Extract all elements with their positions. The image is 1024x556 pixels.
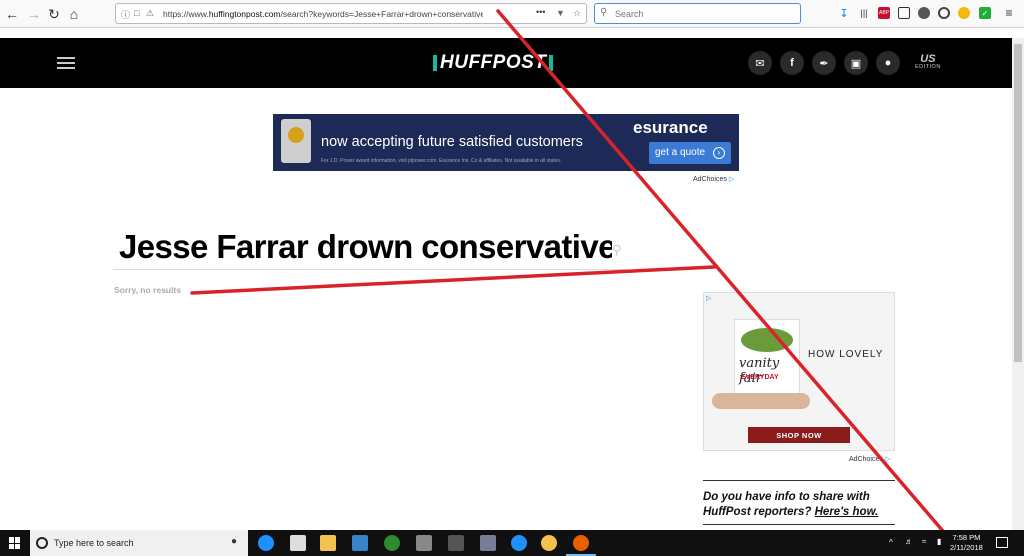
snapchat-icon[interactable]: ● (876, 51, 900, 75)
hand-image (712, 393, 810, 409)
library-icon[interactable]: ||| (858, 7, 870, 19)
chevron-up-icon[interactable]: ^ (889, 538, 893, 547)
tip-box: Do you have info to share with HuffPost … (703, 490, 895, 520)
adchoices-label: AdChoices (849, 455, 883, 463)
privacy-icon[interactable] (918, 7, 930, 19)
hamburger-menu-icon[interactable] (57, 57, 75, 69)
url-text[interactable]: https://www.huffingtonpost.com/search?ke… (163, 9, 483, 19)
magazine-image: vanity fair EVERYDAY (734, 319, 800, 403)
page-scrollbar[interactable] (1012, 38, 1024, 530)
search-query-input[interactable]: Jesse Farrar drown conservative (119, 228, 612, 266)
back-icon[interactable]: ← (2, 4, 22, 24)
vanity-fair-ad[interactable]: ▷ vanity fair EVERYDAY HOW LOVELY SHOP N… (703, 292, 895, 451)
edge-icon[interactable] (258, 535, 274, 551)
ad-headline: now accepting future satisfied customers (321, 134, 583, 150)
page-actions-button[interactable]: ••• (536, 7, 545, 17)
logo-text: HUFFPOST (440, 52, 547, 73)
url-path: /search?keywords=Jesse+Farrar+drown+cons… (280, 9, 484, 19)
no-results-message: Sorry, no results (114, 285, 181, 295)
url-domain: huffingtonpost.com (208, 9, 281, 19)
annotation-underline-line (190, 265, 716, 295)
magazine-title: vanity fair (739, 356, 780, 386)
start-button[interactable] (0, 530, 30, 556)
windows-taskbar: Type here to search ● ^ ♬ ≈ ▮ 7:58 PM 2/… (0, 530, 1024, 556)
reload-icon[interactable]: ↻ (44, 4, 64, 24)
taskbar-search-input[interactable]: Type here to search ● (30, 530, 248, 556)
clock[interactable]: 7:58 PM 2/11/2018 (950, 533, 983, 553)
wifi-icon[interactable]: ≈ (922, 537, 926, 546)
app-icon[interactable] (416, 535, 432, 551)
search-underline (113, 269, 627, 270)
browser-search-input[interactable]: ⚲ Search (594, 3, 801, 24)
esurance-ad-banner[interactable]: now accepting future satisfied customers… (273, 114, 739, 171)
divider (703, 524, 895, 525)
edition-selector[interactable]: US EDITION (915, 54, 941, 71)
firefox-icon[interactable] (573, 535, 589, 551)
block-icon[interactable] (938, 7, 950, 19)
ad-tagline: HOW LOVELY (808, 349, 884, 360)
search-placeholder: Search (615, 9, 644, 19)
site-header: HUFFPOST ✉ f ✒ ▣ ● US EDITION (0, 38, 1012, 88)
menu-icon[interactable]: ≡ (1003, 6, 1015, 20)
clock-date: 2/11/2018 (950, 543, 983, 552)
bookmark-star-icon[interactable]: ☆ (573, 8, 581, 19)
clock-time: 7:58 PM (952, 533, 981, 542)
facebook-icon[interactable]: f (780, 51, 804, 75)
heres-how-link[interactable]: Here's how. (815, 506, 879, 518)
adchoices-link[interactable]: AdChoices ▷ (693, 175, 735, 184)
award-badge-icon (281, 119, 311, 163)
browser-toolbar: ← → ↻ ⌂ ⓘ □ ⚠ https://www.huffingtonpost… (0, 0, 1024, 28)
search-icon[interactable]: ⚲ (612, 242, 622, 258)
adchoices-icon: ▷ (728, 176, 735, 183)
forward-icon[interactable]: → (24, 4, 44, 24)
info-icon[interactable]: ⓘ (121, 8, 130, 21)
ad-fineprint: For J.D. Power award information, visit … (321, 158, 562, 164)
app-icon[interactable] (352, 535, 368, 551)
windows-icon (9, 537, 21, 549)
battery-icon[interactable]: ▮ (937, 537, 941, 546)
ad-brand: esurance (633, 118, 708, 137)
internet-explorer-icon[interactable] (511, 535, 527, 551)
page-icon: □ (134, 8, 140, 18)
mail-icon[interactable] (290, 535, 306, 551)
microphone-icon[interactable]: ● (231, 536, 237, 547)
shop-now-button[interactable]: SHOP NOW (748, 427, 850, 443)
get-quote-button[interactable]: get a quote › (649, 142, 731, 164)
checkmark-icon[interactable]: ✓ (979, 7, 991, 19)
adchoices-link[interactable]: AdChoices ▷ (849, 455, 891, 464)
file-explorer-icon[interactable] (320, 535, 336, 551)
norton-icon[interactable] (541, 535, 557, 551)
huffpost-logo[interactable]: HUFFPOST (433, 52, 554, 73)
volume-icon[interactable]: ♬ (905, 537, 913, 546)
adchoices-icon: ▷ (884, 456, 891, 463)
pocket-icon[interactable]: ▼ (556, 8, 565, 18)
taskbar-search-placeholder: Type here to search (54, 538, 134, 548)
adchoices-icon[interactable]: ▷ (706, 294, 711, 302)
instagram-icon[interactable]: ▣ (844, 51, 868, 75)
divider (703, 480, 895, 481)
calculator-icon[interactable] (448, 535, 464, 551)
adblock-icon[interactable]: ABP (878, 7, 890, 19)
arrow-right-icon: › (713, 147, 725, 159)
app-icon[interactable] (384, 535, 400, 551)
cortana-icon (36, 537, 48, 549)
get-quote-label: get a quote (655, 147, 706, 158)
url-prefix: https://www. (163, 9, 209, 19)
download-icon[interactable]: ↧ (838, 7, 850, 20)
notifications-icon[interactable] (996, 537, 1008, 548)
search-icon: ⚲ (600, 7, 608, 18)
email-icon[interactable]: ✉ (748, 51, 772, 75)
scrollbar-thumb[interactable] (1014, 44, 1022, 362)
address-bar[interactable]: ⓘ □ ⚠ https://www.huffingtonpost.com/sea… (115, 3, 587, 24)
twitter-icon[interactable]: ✒ (812, 51, 836, 75)
lock-warning-icon[interactable]: ⚠ (146, 8, 154, 19)
home-icon[interactable]: ⌂ (64, 4, 84, 24)
adchoices-label: AdChoices (693, 175, 727, 183)
honey-icon[interactable] (958, 7, 970, 19)
sidebar-icon[interactable] (898, 7, 910, 19)
edition-label: EDITION (915, 64, 941, 70)
magazine-subtitle: EVERYDAY (741, 374, 779, 381)
app-icon[interactable] (480, 535, 496, 551)
